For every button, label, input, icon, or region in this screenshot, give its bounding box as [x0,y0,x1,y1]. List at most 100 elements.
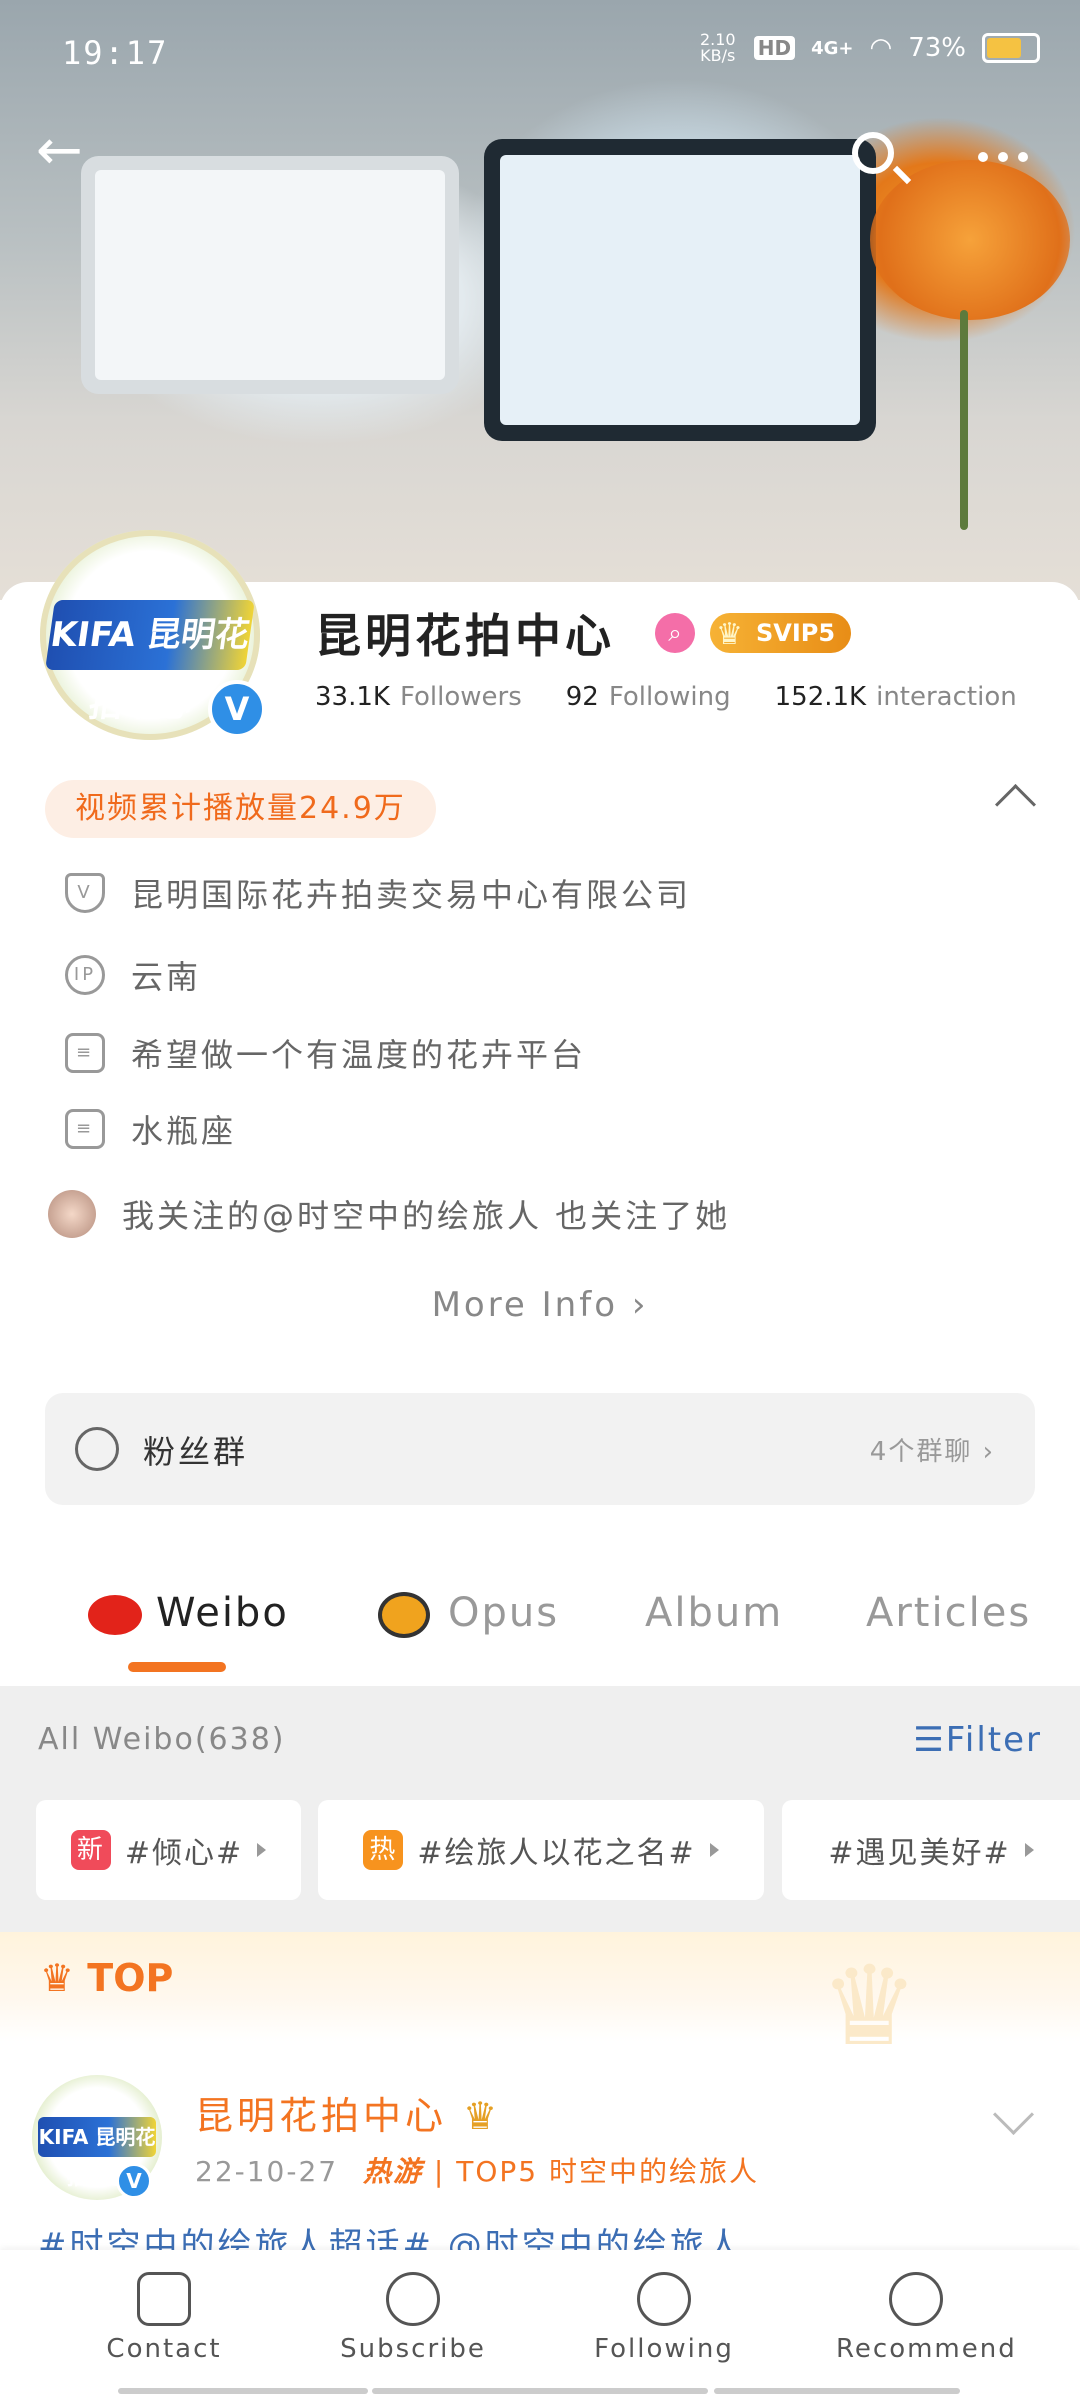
profile-name: 昆明花拍中心 [315,609,615,663]
gesture-bar [372,2388,708,2394]
post-rank-divider: | [433,2155,457,2188]
profile-avatar[interactable]: KIFA 昆明花拍中心 V [40,530,266,740]
followers-label: Followers [399,682,522,712]
following-label: Following [608,682,731,712]
play-count-badge: 视频累计播放量24.9万 [45,780,436,838]
following-value: 92 [565,682,599,712]
nav-contact[interactable]: Contact [84,2272,244,2364]
bottom-nav: Contact Subscribe Following Recommend [0,2250,1080,2400]
topic-chip[interactable]: 热 #绘旅人以花之名# [318,1800,764,1900]
play-triangle-icon [709,1843,719,1857]
gesture-bar [714,2388,960,2394]
battery-icon [982,33,1040,63]
gesture-bar [118,2388,368,2394]
rose-flower [870,160,1070,320]
following-stat[interactable]: 92 Following [566,682,731,712]
play-triangle-icon [1024,1843,1034,1857]
opus-play-icon [378,1592,430,1638]
nav-subscribe[interactable]: Subscribe [333,2272,493,2364]
tab-weibo-label: Weibo [156,1590,289,1636]
tab-opus[interactable]: Opus [378,1590,559,1638]
crown-icon: ♛ [716,617,743,652]
new-badge: 新 [70,1830,111,1870]
hd-icon: HD [753,36,796,60]
topic-chip-label: #遇见美好# [828,1836,1011,1871]
battery-text: 73% [908,33,966,63]
verified-badge-icon: V [116,2163,152,2199]
nav-recommend-label: Recommend [836,2334,1017,2364]
signal-icon: 4G+ [811,37,854,59]
wifi-icon: ◠ [869,33,893,63]
fans-group-row[interactable]: 粉丝群 4个群聊 › [45,1393,1035,1505]
post-meta: 22-10-27 热游 | TOP5 时空中的绘旅人 [195,2150,759,2190]
nav-following-label: Following [594,2334,734,2364]
top-post-banner: ♛ TOP ♛ [0,1932,1080,2070]
post-avatar[interactable]: KIFA 昆明花拍中心 V [32,2075,162,2200]
more-icon[interactable] [978,152,1028,162]
hot-badge: 热 [363,1830,404,1870]
topic-chip[interactable]: #遇见美好# [782,1800,1080,1900]
tab-weibo[interactable]: Weibo [88,1590,289,1636]
nav-contact-label: Contact [106,2334,222,2364]
more-info-link[interactable]: More Info › [0,1285,1080,1325]
filter-button[interactable]: ☰Filter [913,1720,1042,1760]
filter-icon: ☰ [913,1720,946,1760]
group-icon [75,1427,119,1471]
post-author[interactable]: 昆明花拍中心 ♛ [195,2085,501,2140]
shield-icon: V [65,873,105,913]
mutual-follow-text: 我关注的@时空中的绘旅人 也关注了她 [122,1197,731,1235]
chevron-up-circle-icon [889,2272,943,2326]
cover-image [0,0,1080,600]
interaction-label: interaction [876,682,1017,712]
info-company-row: V 昆明国际花卉拍卖交易中心有限公司 [65,870,691,916]
fans-group-count-text: 4个群聊 [869,1437,973,1467]
document-icon: ≡ [65,1033,105,1073]
mutual-follow-row[interactable]: 我关注的@时空中的绘旅人 也关注了她 [48,1190,730,1238]
followers-stat[interactable]: 33.1K Followers [315,682,522,712]
info-bio: 希望做一个有温度的花卉平台 [131,1036,587,1074]
crown-icon: ♛ [40,1956,88,2000]
search-icon[interactable] [852,132,912,185]
info-zodiac: 水瓶座 [131,1112,237,1150]
nav-recommend[interactable]: Recommend [836,2272,1017,2364]
topic-chip[interactable]: 新 #倾心# [36,1800,301,1900]
active-tab-indicator [128,1662,226,1672]
tab-articles[interactable]: Articles [866,1590,1031,1636]
mutual-avatar [48,1190,96,1238]
play-triangle-icon [257,1843,267,1857]
svip-label: SVIP5 [756,619,836,647]
topic-chip-label: #倾心# [124,1836,244,1871]
info-ip: 云南 [131,958,202,996]
tab-opus-label: Opus [448,1590,560,1636]
monitor-left [95,170,445,380]
top-label-text: TOP [87,1956,174,2000]
all-weibo-count: All Weibo(638) [38,1722,286,1757]
nav-following[interactable]: Following [584,2272,744,2364]
bell-plus-icon [386,2272,440,2326]
tab-album[interactable]: Album [645,1590,783,1636]
top-label: ♛ TOP [40,1956,173,2000]
fans-group-count: 4个群聊 › [869,1437,995,1467]
fans-group-label: 粉丝群 [143,1433,249,1471]
dot [998,152,1008,162]
post-rank[interactable]: TOP5 时空中的绘旅人 [456,2155,759,2188]
back-arrow-icon[interactable]: ← [36,118,83,183]
dot [1018,152,1028,162]
svip-badge[interactable]: ♛ SVIP5 [710,613,852,653]
hot-tag: 热游 [363,2155,424,2188]
search-badge-icon[interactable]: ⌕ [655,613,695,653]
interaction-value: 152.1K [774,682,867,712]
verified-badge-icon: V [208,680,266,738]
net-speed: 2.10 KB/s [699,30,736,65]
monitor-right [500,155,860,425]
profile-stats: 33.1K Followers 92 Following 152.1K interac… [315,682,1017,712]
info-bio-row: ≡ 希望做一个有温度的花卉平台 [65,1030,586,1076]
crown-watermark-icon: ♛ [820,1942,919,2070]
status-right: 2.10 KB/s HD 4G+ ◠ 73% [698,32,1040,64]
interaction-stat[interactable]: 152.1K interaction [775,682,1017,712]
chat-bubble-icon [137,2272,191,2326]
status-bar: 19:17 2.10 KB/s HD 4G+ ◠ 73% [0,28,1080,78]
ip-location-icon: IP [65,955,105,995]
post-author-name: 昆明花拍中心 [195,2094,448,2138]
crown-badge-icon: ♛ [463,2094,502,2138]
